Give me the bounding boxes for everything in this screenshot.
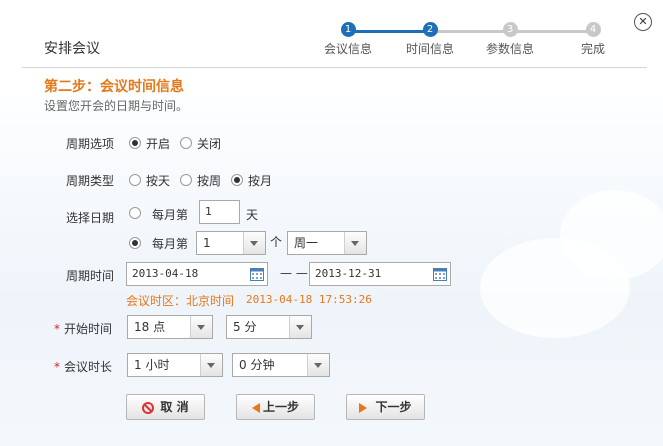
step-description: 设置您开会的日期与时间。 [44, 99, 189, 113]
cycle-type-daily-text: 按天 [146, 174, 171, 188]
date-nth-weekday-radio[interactable] [129, 237, 141, 249]
date-nth-select-value: 1 [203, 236, 211, 250]
cycle-type-weekly-radio[interactable] [180, 174, 192, 186]
close-icon[interactable]: ✕ [634, 13, 652, 31]
step-complete: 4 完成 [558, 22, 628, 57]
arrow-right-icon [359, 402, 368, 413]
start-hour-select[interactable]: 18 点 [127, 315, 213, 339]
cycle-type-monthly-radio[interactable] [231, 174, 243, 186]
step-label: 时间信息 [405, 42, 454, 56]
step-label: 完成 [580, 42, 605, 56]
required-marker: * [54, 360, 60, 374]
chevron-down-icon[interactable] [243, 232, 265, 254]
dialog-title: 安排会议 [44, 41, 100, 57]
start-time-label: 开始时间 [64, 322, 113, 336]
chevron-down-icon[interactable] [190, 316, 212, 338]
cycle-type-monthly-text: 按月 [248, 174, 273, 188]
cycle-type-weekly-text: 按周 [197, 174, 222, 188]
date-nth-weekday-prefix: 每月第 [152, 237, 189, 251]
step-number: 3 [502, 22, 518, 37]
cloud-decoration [560, 190, 663, 280]
weekday-select-value: 周一 [294, 236, 319, 250]
step-parameter-info: 3 参数信息 [475, 22, 545, 57]
start-time-label-wrap: * 开始时间 [54, 320, 112, 337]
prev-step-label: 上一步 [262, 400, 299, 414]
duration-minute-value: 0 分钟 [239, 358, 275, 372]
date-nth-day-prefix: 每月第 [152, 208, 189, 222]
cycle-option-on-radio[interactable] [129, 137, 141, 149]
date-nth-select[interactable]: 1 [196, 231, 266, 255]
duration-label: 会议时长 [64, 360, 113, 374]
cancel-button[interactable]: 取 消 [126, 394, 205, 420]
chevron-down-icon[interactable] [344, 232, 366, 254]
step-label: 参数信息 [485, 42, 534, 56]
duration-minute-select[interactable]: 0 分钟 [232, 353, 330, 377]
step-number: 2 [422, 22, 438, 37]
chevron-down-icon[interactable] [307, 354, 329, 376]
end-date-input[interactable]: 2013-12-31 [309, 262, 451, 286]
calendar-icon[interactable] [250, 267, 264, 281]
cycle-option-label: 周期选项 [66, 137, 115, 151]
next-step-label: 下一步 [375, 400, 412, 414]
chevron-down-icon[interactable] [200, 354, 222, 376]
duration-label-wrap: * 会议时长 [54, 358, 112, 375]
step-meeting-info: 1 会议信息 [313, 22, 383, 57]
weekday-select[interactable]: 周一 [287, 231, 367, 255]
end-date-value: 2013-12-31 [315, 267, 382, 280]
start-minute-select[interactable]: 5 分 [226, 315, 312, 339]
start-date-value: 2013-04-18 [132, 267, 199, 280]
arrow-left-icon [251, 402, 260, 413]
calendar-icon[interactable] [433, 267, 447, 281]
required-marker: * [54, 322, 60, 336]
date-range-separator: — — [280, 266, 308, 280]
period-time-label: 周期时间 [66, 269, 115, 283]
chevron-down-icon[interactable] [289, 316, 311, 338]
cancel-icon [142, 401, 155, 414]
duration-hour-value: 1 小时 [134, 358, 170, 372]
current-time-text: 2013-04-18 17:53:26 [246, 293, 372, 306]
cycle-type-label: 周期类型 [66, 174, 115, 188]
step-heading: 第二步：会议时间信息 [44, 79, 184, 95]
start-date-input[interactable]: 2013-04-18 [126, 262, 268, 286]
step-number: 4 [585, 22, 601, 37]
date-nth-unit: 个 [270, 235, 283, 249]
step-number: 1 [340, 22, 356, 37]
prev-step-button[interactable]: 上一步 [236, 394, 315, 420]
step-time-info: 2 时间信息 [395, 22, 465, 57]
date-nth-day-input[interactable]: 1 [199, 200, 240, 224]
cycle-option-off-radio[interactable] [180, 137, 192, 149]
cycle-option-on-text: 开启 [146, 137, 171, 151]
select-date-label: 选择日期 [66, 211, 115, 225]
duration-hour-select[interactable]: 1 小时 [127, 353, 223, 377]
timezone-text: 会议时区：北京时间 [126, 294, 235, 308]
start-minute-value: 5 分 [233, 320, 257, 334]
header-divider [22, 67, 647, 68]
date-nth-day-radio[interactable] [129, 207, 141, 219]
cancel-button-label: 取 消 [160, 400, 189, 414]
step-label: 会议信息 [323, 42, 372, 56]
date-nth-day-suffix: 天 [246, 208, 259, 222]
cycle-type-daily-radio[interactable] [129, 174, 141, 186]
cycle-option-off-text: 关闭 [197, 137, 222, 151]
next-step-button[interactable]: 下一步 [346, 394, 425, 420]
start-hour-value: 18 点 [134, 320, 166, 334]
